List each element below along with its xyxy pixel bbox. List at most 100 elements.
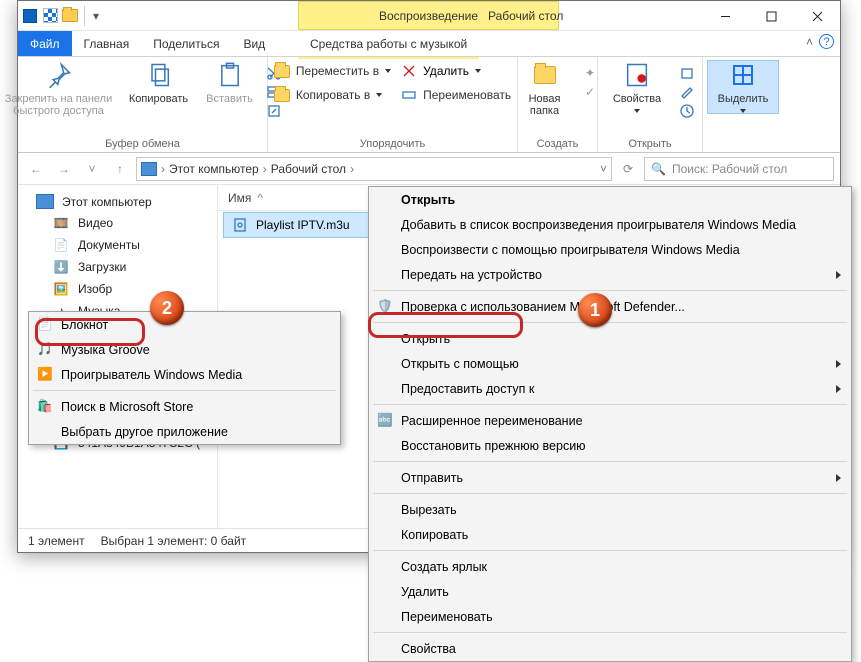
m3u-icon <box>232 217 248 233</box>
help-icon[interactable]: ? <box>819 34 834 49</box>
address-bar[interactable]: › Этот компьютер › Рабочий стол › ˅ <box>136 157 612 181</box>
crumb-root[interactable]: Этот компьютер <box>169 162 259 176</box>
delete-icon <box>401 63 417 79</box>
notepad-icon: 📄 <box>37 317 53 333</box>
up-button[interactable]: ↑ <box>108 157 132 181</box>
context-menu: Открыть Добавить в список воспроизведени… <box>368 186 852 662</box>
rename-ext-icon: 🔤 <box>377 413 393 429</box>
titlebar: ▾ Воспроизведение Рабочий стол <box>18 1 840 31</box>
select-icon <box>729 61 757 89</box>
chevron-right-icon[interactable]: › <box>161 162 165 176</box>
minimize-button[interactable] <box>702 1 748 31</box>
group-open: Открыть <box>628 136 671 150</box>
rename-button[interactable]: Переименовать <box>401 87 511 103</box>
file-name: Playlist IPTV.m3u <box>256 218 350 232</box>
moveto-icon <box>274 63 290 79</box>
copy-to-button[interactable]: Копировать в <box>274 87 391 103</box>
ctx-send[interactable]: Отправить <box>369 465 851 490</box>
video-icon: 🎞️ <box>52 215 70 231</box>
tab-music-tools[interactable]: Средства работы с музыкой <box>298 31 479 59</box>
group-clipboard: Буфер обмена <box>105 136 180 150</box>
ctx-share-access[interactable]: Предоставить доступ к <box>369 376 851 401</box>
back-button[interactable]: ← <box>24 157 48 181</box>
new-folder-button[interactable]: Новая папка <box>517 61 572 117</box>
groove-icon: 🎵 <box>37 342 53 358</box>
recent-dropdown[interactable]: ˅ <box>80 157 104 181</box>
paste-icon <box>216 61 244 89</box>
ctx-cast[interactable]: Передать на устройство <box>369 262 851 287</box>
ctx-adv-rename[interactable]: 🔤Расширенное переименование <box>369 408 851 433</box>
search-box[interactable]: 🔍 Поиск: Рабочий стол <box>644 157 834 181</box>
ctx-shortcut[interactable]: Создать ярлык <box>369 554 851 579</box>
close-button[interactable] <box>794 1 840 31</box>
callout-badge-2: 2 <box>150 291 184 325</box>
ctx-delete[interactable]: Удалить <box>369 579 851 604</box>
copy-icon <box>145 61 173 89</box>
ctx-restore[interactable]: Восстановить прежнюю версию <box>369 433 851 458</box>
ctx-rename[interactable]: Переименовать <box>369 604 851 629</box>
crumb-leaf[interactable]: Рабочий стол <box>271 162 346 176</box>
ctx-play-wmp[interactable]: Воспроизвести с помощью проигрывателя Wi… <box>369 237 851 262</box>
paste-button[interactable]: Вставить <box>204 61 256 105</box>
shield-icon: 🛡️ <box>377 299 393 315</box>
ow-groove[interactable]: 🎵Музыка Groove <box>29 337 340 362</box>
ow-store[interactable]: 🛍️Поиск в Microsoft Store <box>29 394 340 419</box>
search-placeholder: Поиск: Рабочий стол <box>672 162 787 176</box>
ow-notepad[interactable]: 📄Блокнот <box>29 312 340 337</box>
ow-other[interactable]: Выбрать другое приложение <box>29 419 340 444</box>
side-downloads[interactable]: ⬇️Загрузки <box>18 256 217 278</box>
status-selection: Выбран 1 элемент: 0 байт <box>101 534 247 548</box>
new-folder-icon <box>531 61 559 89</box>
ctx-copy[interactable]: Копировать <box>369 522 851 547</box>
qat-icon-1[interactable] <box>22 8 38 24</box>
pin-button[interactable]: Закрепить на панели быстрого доступа <box>4 61 114 117</box>
side-videos[interactable]: 🎞️Видео <box>18 212 217 234</box>
properties-button[interactable]: Свойства <box>605 61 669 113</box>
copy-button[interactable]: Копировать <box>124 61 194 105</box>
tab-file[interactable]: Файл <box>18 31 72 56</box>
easy-access-mini[interactable]: ✓ <box>582 84 598 100</box>
status-count: 1 элемент <box>28 534 85 548</box>
qat-icon-2[interactable] <box>42 8 58 24</box>
edit-mini[interactable] <box>679 84 695 100</box>
ctx-open2[interactable]: Открыть <box>369 326 851 351</box>
chevron-up-icon[interactable]: ˄ <box>806 35 813 49</box>
tab-view[interactable]: Вид <box>231 31 277 56</box>
easy-icon: ✓ <box>582 84 598 100</box>
pic-icon: 🖼️ <box>52 281 70 297</box>
ctx-cut[interactable]: Вырезать <box>369 497 851 522</box>
side-this-pc[interactable]: Этот компьютер <box>18 191 217 212</box>
group-organize: Упорядочить <box>360 136 425 150</box>
delete-button[interactable]: Удалить <box>401 63 511 79</box>
addr-dropdown-icon[interactable]: ˅ <box>600 162 607 176</box>
select-button[interactable]: Выделить <box>708 61 778 113</box>
ctx-open[interactable]: Открыть <box>369 187 851 212</box>
ctx-props[interactable]: Свойства <box>369 636 851 661</box>
doc-icon: 📄 <box>52 237 70 253</box>
tab-share[interactable]: Поделиться <box>141 31 231 56</box>
forward-button[interactable]: → <box>52 157 76 181</box>
ow-wmp[interactable]: ▶️Проигрыватель Windows Media <box>29 362 340 387</box>
open-with-submenu: 📄Блокнот 🎵Музыка Groove ▶️Проигрыватель … <box>28 311 341 445</box>
copyto-icon <box>274 87 290 103</box>
new-item-mini[interactable]: ✦ <box>582 65 598 81</box>
side-documents[interactable]: 📄Документы <box>18 234 217 256</box>
maximize-button[interactable] <box>748 1 794 31</box>
wmp-icon: ▶️ <box>37 367 53 383</box>
side-pictures[interactable]: 🖼️Изобр <box>18 278 217 300</box>
move-to-button[interactable]: Переместить в <box>274 63 391 79</box>
callout-badge-1: 1 <box>578 293 612 327</box>
history-mini[interactable] <box>679 103 695 119</box>
window-title: Рабочий стол <box>488 1 563 31</box>
pin-icon <box>45 61 73 89</box>
ctx-add-wmp[interactable]: Добавить в список воспроизведения проигр… <box>369 212 851 237</box>
qat-folder-icon[interactable] <box>62 8 78 24</box>
ctx-open-with[interactable]: Открыть с помощью <box>369 351 851 376</box>
qat-dropdown-icon[interactable]: ▾ <box>91 8 101 24</box>
open-mini[interactable] <box>679 65 695 81</box>
edit-icon <box>679 84 695 100</box>
tab-home[interactable]: Главная <box>72 31 142 56</box>
ribbon: Закрепить на панели быстрого доступа Коп… <box>18 57 840 153</box>
history-icon <box>679 103 695 119</box>
refresh-button[interactable]: ⟳ <box>616 157 640 181</box>
